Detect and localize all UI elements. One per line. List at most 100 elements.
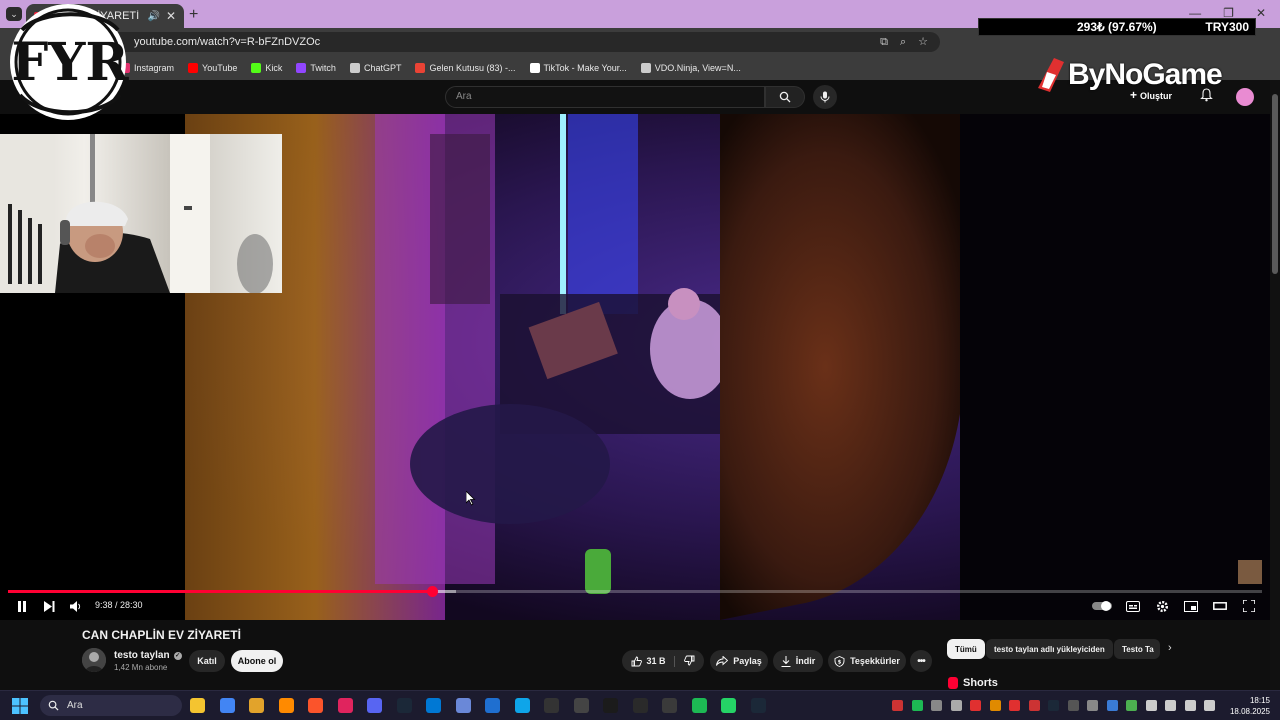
chip-all[interactable]: Tümü xyxy=(947,639,985,659)
taskbar-app-icon[interactable] xyxy=(337,698,353,713)
new-tab-button[interactable]: + xyxy=(189,6,198,24)
svg-text:$: $ xyxy=(838,659,842,665)
clock-time: 18:15 xyxy=(1249,696,1270,705)
taskbar-app-icon[interactable] xyxy=(396,698,412,713)
taskbar-app-icon[interactable] xyxy=(632,698,648,713)
like-button[interactable]: 31 B xyxy=(631,655,675,667)
channel-avatar[interactable] xyxy=(82,648,106,672)
tray-icon[interactable] xyxy=(1106,700,1118,711)
price-value: 293₺ (97.67%) xyxy=(1077,20,1157,34)
theater-icon xyxy=(1213,602,1227,610)
join-button[interactable]: Katıl xyxy=(189,650,225,672)
bookmark-item[interactable]: ChatGPT xyxy=(349,63,401,73)
tray-icon[interactable] xyxy=(950,700,962,711)
channel-name-link[interactable]: testo taylan ✓ xyxy=(114,650,182,661)
thanks-button[interactable]: $ Teşekkürler xyxy=(828,650,906,672)
taskbar-app-icon[interactable] xyxy=(219,698,235,713)
taskbar-app-icon[interactable] xyxy=(278,698,294,713)
tray-icon[interactable] xyxy=(1009,700,1020,711)
url-field[interactable]: youtube.com/watch?v=R-bFZnDVZOc ⧉ ⌕ ☆ xyxy=(110,32,940,52)
taskbar-app-icon[interactable] xyxy=(514,698,530,713)
tray-icon[interactable] xyxy=(911,700,923,711)
tray-icon[interactable] xyxy=(1145,700,1157,711)
gear-icon xyxy=(1156,600,1168,612)
taskbar-app-icon[interactable] xyxy=(573,698,589,713)
volume-icon xyxy=(70,600,81,612)
tray-icon[interactable] xyxy=(989,700,1001,711)
bookmark-item[interactable]: Twitch xyxy=(296,63,336,73)
chip-scroll-right-icon[interactable]: › xyxy=(1168,642,1172,654)
scrollbar-thumb[interactable] xyxy=(1272,94,1278,274)
install-app-icon[interactable]: ⧉ xyxy=(880,32,888,52)
pause-button[interactable] xyxy=(13,599,31,613)
download-button[interactable]: İndir xyxy=(773,650,823,672)
bookmark-item[interactable]: Gelen Kutusu (83) -... xyxy=(415,63,516,73)
miniplayer-button[interactable] xyxy=(1182,599,1200,613)
autoplay-toggle[interactable] xyxy=(1092,599,1114,613)
mute-button[interactable] xyxy=(67,599,85,613)
create-label: Oluştur xyxy=(1140,91,1173,101)
scrubber-handle[interactable] xyxy=(426,586,438,597)
url-actions: ⧉ ⌕ ☆ xyxy=(880,32,928,52)
tray-icon[interactable] xyxy=(1087,700,1098,711)
taskbar-app-icon[interactable] xyxy=(367,698,382,713)
taskbar-app-icon[interactable] xyxy=(603,698,618,713)
tray-icon[interactable] xyxy=(931,700,942,711)
bookmark-star-icon[interactable]: ☆ xyxy=(918,32,928,52)
taskbar-search[interactable]: Ara xyxy=(40,695,182,716)
more-actions-button[interactable]: ••• xyxy=(910,650,932,672)
taskbar-app-icon[interactable] xyxy=(249,698,264,713)
close-window-icon[interactable]: ✕ xyxy=(1256,6,1266,20)
video-progress-bar[interactable] xyxy=(8,586,1262,597)
tray-icon[interactable] xyxy=(970,700,981,711)
tray-icon[interactable] xyxy=(1067,700,1079,711)
fullscreen-button[interactable] xyxy=(1240,599,1258,613)
bookmark-item[interactable]: Kick xyxy=(251,63,282,73)
account-avatar[interactable] xyxy=(1236,88,1254,106)
verified-icon: ✓ xyxy=(173,651,182,660)
price-ticker: 293₺ (97.67%) TRY300 xyxy=(978,18,1256,36)
bookmark-item[interactable]: YouTube xyxy=(188,63,237,73)
tray-icon[interactable] xyxy=(1204,700,1215,711)
voice-search-button[interactable] xyxy=(813,85,837,109)
tray-icon[interactable] xyxy=(1165,700,1176,711)
share-button[interactable]: Paylaş xyxy=(710,650,768,672)
taskbar-app-icon[interactable] xyxy=(308,698,323,713)
settings-button[interactable] xyxy=(1153,599,1171,613)
taskbar-app-icon[interactable] xyxy=(485,698,500,713)
tab-audio-icon[interactable]: 🔊 xyxy=(147,11,159,22)
system-clock[interactable]: 18:15 18.08.2025 xyxy=(1230,695,1270,717)
taskbar-app-icon[interactable] xyxy=(544,698,559,713)
bookmark-item[interactable]: TikTok - Make Your... xyxy=(529,63,627,73)
tray-icon[interactable] xyxy=(1028,700,1040,711)
tray-icon[interactable] xyxy=(1184,700,1196,711)
start-button[interactable] xyxy=(12,698,28,719)
like-dislike-group: 31 B xyxy=(622,650,704,672)
taskbar-app-icon[interactable] xyxy=(691,698,707,713)
tray-icon[interactable] xyxy=(892,700,903,711)
taskbar-app-icon[interactable] xyxy=(750,698,766,713)
chip-from-uploader[interactable]: testo taylan adlı yükleyiciden xyxy=(986,639,1113,659)
taskbar-app-icon[interactable] xyxy=(721,698,736,713)
search-button[interactable] xyxy=(765,86,805,108)
tray-icon[interactable] xyxy=(1126,700,1137,711)
zoom-icon[interactable]: ⌕ xyxy=(900,32,906,52)
miniplayer-icon xyxy=(1184,600,1198,612)
tab-close-icon[interactable]: ✕ xyxy=(166,9,176,23)
bookmark-label: YouTube xyxy=(202,63,238,73)
taskbar-app-icon[interactable] xyxy=(190,698,205,713)
theater-mode-button[interactable] xyxy=(1211,599,1229,613)
page-scrollbar[interactable] xyxy=(1270,80,1280,690)
subtitles-button[interactable] xyxy=(1124,599,1142,613)
bookmark-item[interactable]: VDO.Ninja, View=N... xyxy=(640,63,741,73)
taskbar-app-icon[interactable] xyxy=(455,698,471,713)
taskbar-app-icon[interactable] xyxy=(426,698,441,713)
next-button[interactable] xyxy=(40,599,58,613)
chip-related[interactable]: Testo Ta xyxy=(1114,639,1160,659)
dislike-button[interactable] xyxy=(680,655,695,668)
subscribe-button[interactable]: Abone ol xyxy=(231,650,283,672)
taskbar-app-icon[interactable] xyxy=(662,698,677,713)
youtube-search-input[interactable]: Ara xyxy=(445,86,765,108)
tray-icon[interactable] xyxy=(1048,700,1059,711)
bookmark-favicon-icon xyxy=(296,63,307,73)
